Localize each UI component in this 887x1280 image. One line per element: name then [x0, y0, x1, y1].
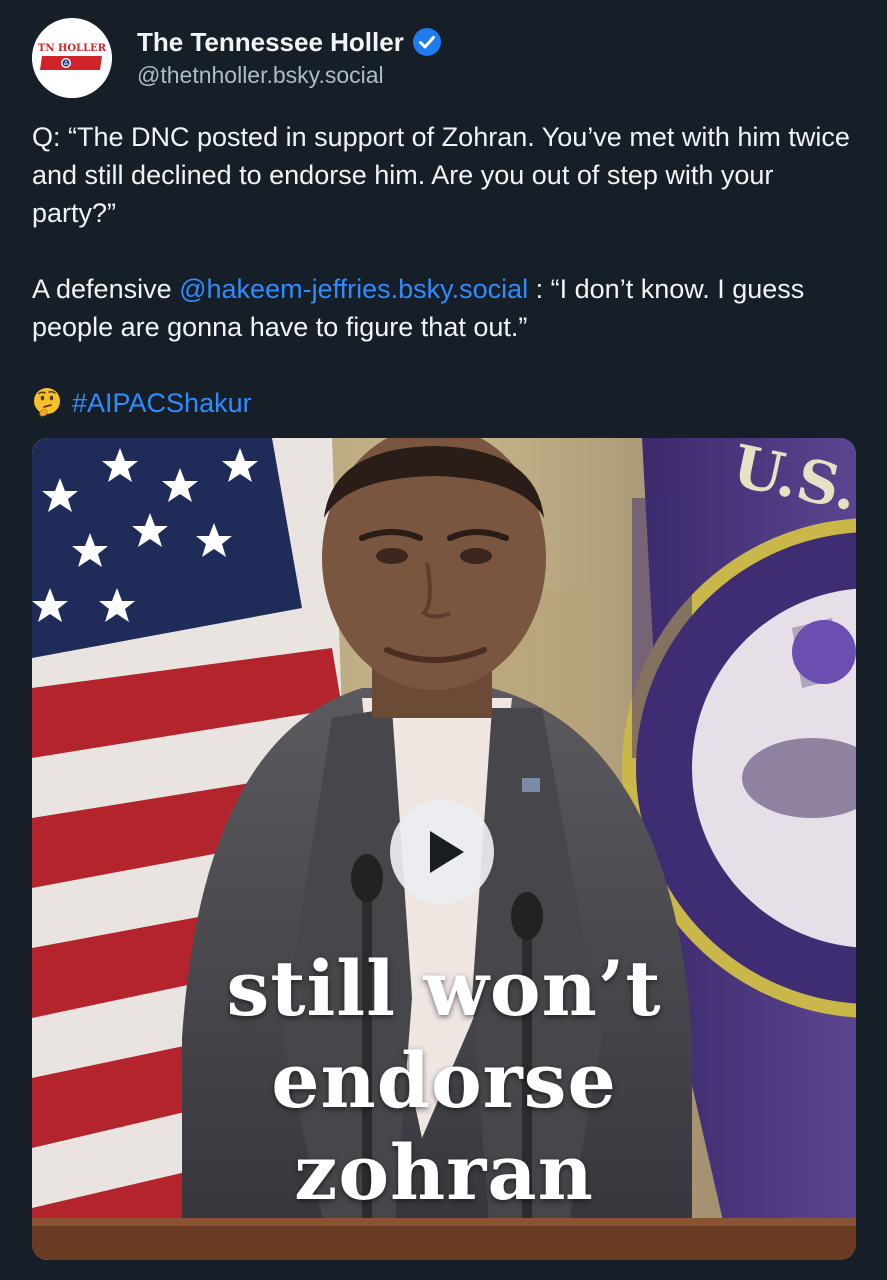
post-paragraph-answer: A defensive @hakeem-jeffries.bsky.social… — [32, 270, 862, 346]
avatar-logo-text: TN HOLLER — [38, 43, 107, 54]
mention-link[interactable]: @hakeem-jeffries.bsky.social — [179, 274, 528, 304]
caption-line-2: endorse — [271, 1036, 617, 1125]
play-button[interactable] — [390, 800, 494, 904]
hashtag-link[interactable]: #AIPACShakur — [72, 388, 252, 418]
tn-holler-logo: TN HOLLER — [32, 18, 112, 98]
post-paragraph-hashtag: #AIPACShakur — [32, 384, 862, 422]
author-block: The Tennessee Holler @thetnholler.bsky.s… — [137, 26, 442, 89]
video-embed[interactable]: U.S. still won’t endorse zohran — [32, 438, 856, 1260]
display-name-row: The Tennessee Holler — [137, 26, 442, 58]
verified-check-icon — [412, 27, 442, 57]
play-icon — [430, 831, 464, 873]
answer-prefix: A defensive — [32, 274, 180, 304]
author-handle[interactable]: @thetnholler.bsky.social — [137, 62, 442, 89]
display-name[interactable]: The Tennessee Holler — [137, 27, 404, 58]
post-text: Q: “The DNC posted in support of Zohran.… — [32, 118, 862, 422]
caption-line-3: zohran — [294, 1128, 594, 1217]
post-paragraph-question: Q: “The DNC posted in support of Zohran.… — [32, 122, 850, 228]
avatar[interactable]: TN HOLLER — [32, 18, 112, 98]
caption-line-1: still won’t — [226, 944, 662, 1033]
video-caption: still won’t endorse zohran — [32, 943, 856, 1219]
thinking-face-emoji — [32, 387, 62, 417]
post-header: TN HOLLER The Tennessee Holler @thetnhol… — [32, 18, 862, 98]
